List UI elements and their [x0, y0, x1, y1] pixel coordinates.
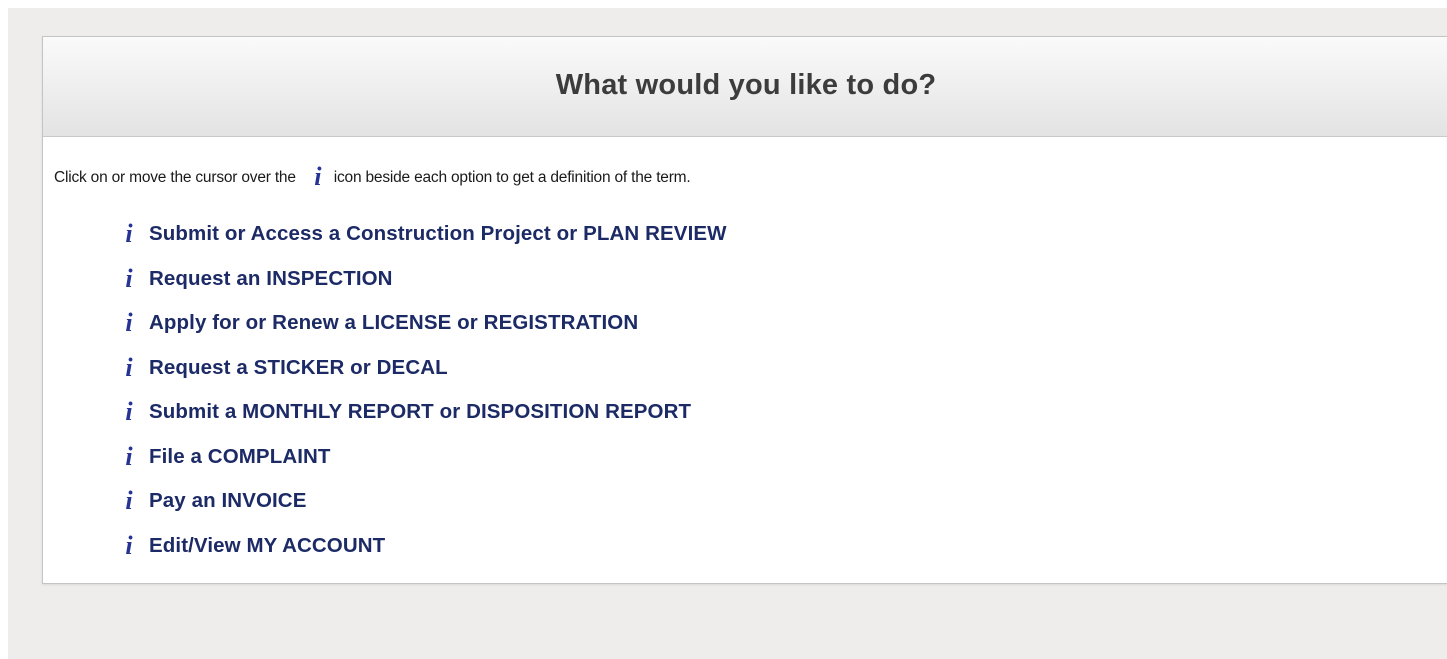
- option-link-plan-review[interactable]: Submit or Access a Construction Project …: [149, 222, 727, 246]
- info-icon[interactable]: i: [121, 443, 137, 470]
- option-plan-review: i Submit or Access a Construction Projec…: [121, 212, 727, 257]
- option-link-my-account[interactable]: Edit/View MY ACCOUNT: [149, 534, 385, 558]
- info-icon: i: [314, 162, 322, 191]
- instructions-before-icon: Click on or move the cursor over the: [54, 169, 296, 186]
- option-sticker: i Request a STICKER or DECAL: [121, 346, 727, 391]
- option-link-inspection[interactable]: Request an INSPECTION: [149, 267, 393, 291]
- option-link-complaint[interactable]: File a COMPLAINT: [149, 445, 331, 469]
- instructions-after-icon: icon beside each option to get a definit…: [333, 169, 691, 186]
- option-inspection: i Request an INSPECTION: [121, 257, 727, 302]
- option-monthly-report: i Submit a MONTHLY REPORT or DISPOSITION…: [121, 390, 727, 435]
- info-icon[interactable]: i: [121, 310, 137, 336]
- info-icon[interactable]: i: [121, 532, 137, 559]
- option-link-sticker[interactable]: Request a STICKER or DECAL: [149, 356, 448, 380]
- info-icon[interactable]: i: [121, 354, 137, 381]
- page-title: What would you like to do?: [555, 69, 937, 101]
- options-panel: What would you like to do? Click on or m…: [42, 36, 1447, 584]
- option-link-license[interactable]: Apply for or Renew a LICENSE or REGISTRA…: [149, 311, 638, 335]
- option-license: i Apply for or Renew a LICENSE or REGIST…: [121, 301, 727, 346]
- option-link-invoice[interactable]: Pay an INVOICE: [149, 489, 306, 513]
- info-icon[interactable]: i: [121, 265, 137, 292]
- options-list: i Submit or Access a Construction Projec…: [121, 212, 727, 568]
- option-invoice: i Pay an INVOICE: [121, 479, 727, 524]
- option-complaint: i File a COMPLAINT: [121, 435, 727, 480]
- info-icon[interactable]: i: [121, 221, 137, 247]
- info-icon[interactable]: i: [121, 399, 137, 425]
- option-my-account: i Edit/View MY ACCOUNT: [121, 524, 727, 569]
- info-icon[interactable]: i: [121, 488, 137, 514]
- option-link-monthly-report[interactable]: Submit a MONTHLY REPORT or DISPOSITION R…: [149, 400, 691, 424]
- panel-header: What would you like to do?: [43, 37, 1447, 137]
- instructions-text: Click on or move the cursor over the i i…: [54, 162, 691, 191]
